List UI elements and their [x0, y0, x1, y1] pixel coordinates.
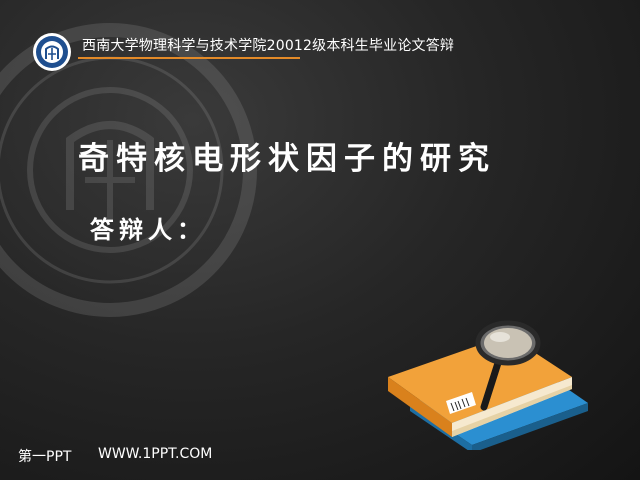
defender-label: 答辩人： [90, 215, 206, 244]
header-title: 西南大学物理科学与技术学院20012级本科生毕业论文答辩 [82, 38, 455, 54]
slide: 西南大学物理科学与技术学院20012级本科生毕业论文答辩 奇特核电形状因子的研究… [0, 0, 640, 480]
books-magnifier-icon [388, 320, 588, 450]
footer-brand: 第一PPT [18, 449, 72, 465]
header-divider [78, 57, 300, 59]
footer-url[interactable]: WWW.1PPT.COM [98, 446, 212, 462]
university-seal-icon [33, 33, 71, 71]
page-title: 奇特核电形状因子的研究 [78, 141, 496, 177]
